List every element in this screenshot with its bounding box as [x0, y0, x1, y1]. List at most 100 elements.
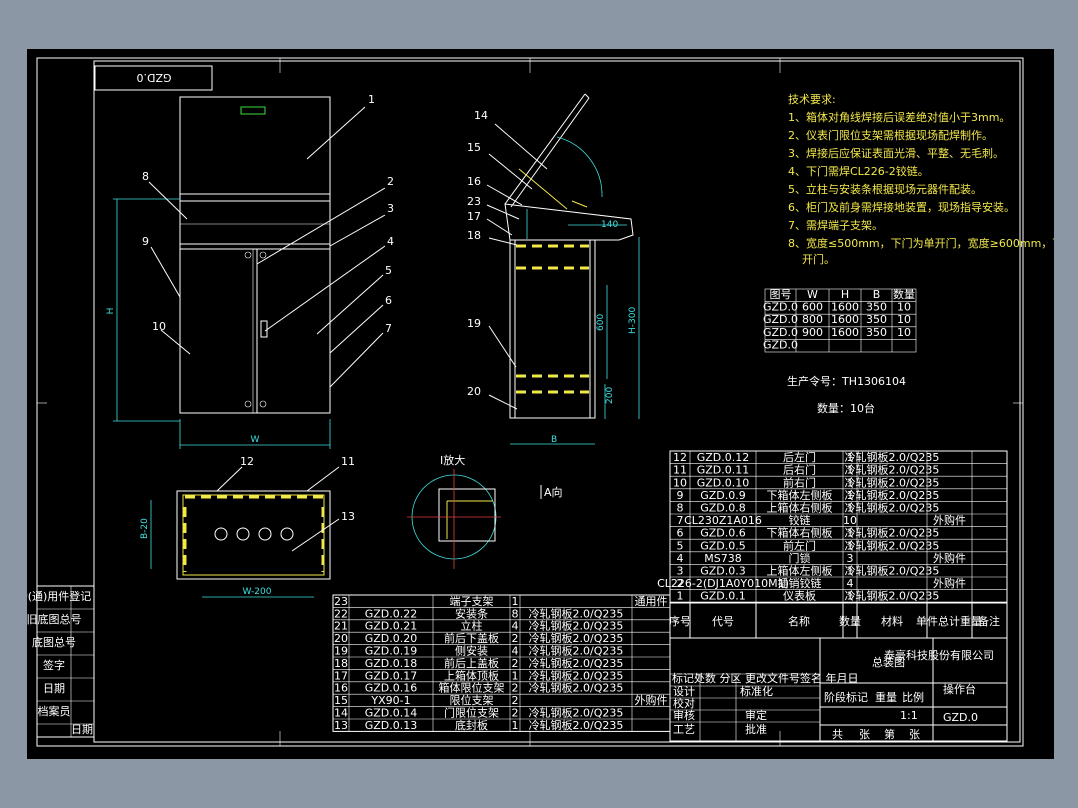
title-role: 批准 — [745, 722, 767, 736]
strip-label: 旧底图总号 — [27, 612, 82, 626]
bom-cell: CL230Z1A016 — [684, 514, 762, 527]
bom-cell: 冷轧钢板2.0/Q235 — [529, 631, 624, 645]
bom-row: 5 GZD.0.5 前左门 1冷轧钢板2.0/Q235 — [677, 538, 940, 552]
bom-row: 12 GZD.0.12 后左门 1冷轧钢板2.0/Q235 — [673, 450, 939, 464]
bom-cell: 2 — [512, 657, 519, 670]
tech-req-item: 7、需焊端子支架。 — [788, 218, 883, 232]
part-label: 9 — [142, 235, 149, 248]
bom-cell: 20 — [334, 632, 348, 645]
detail-title: I放大 — [440, 453, 465, 467]
bom-cell: 冷轧钢板2.0/Q235 — [845, 589, 940, 603]
part-label: 17 — [467, 210, 481, 223]
part-label: 11 — [341, 455, 355, 468]
size-table-cell: 10 — [897, 313, 911, 326]
bom-cell: 16 — [334, 682, 348, 695]
bom-row: 22 GZD.0.22 安装条 8 冷轧钢板2.0/Q235 — [334, 606, 623, 620]
bom-cell: 9 — [677, 489, 684, 502]
dim-top: B-20 — [140, 518, 150, 539]
title-cell: 张 — [859, 728, 870, 741]
part-label: 10 — [152, 320, 166, 333]
tech-req-item: 4、下门需焊CL226-2铰链。 — [788, 164, 929, 178]
part-label: 5 — [385, 264, 392, 277]
size-table-cell: GZD.0 — [763, 313, 798, 326]
bom-cell: 7 — [677, 514, 684, 527]
bom-cell: 17 — [334, 669, 348, 682]
tech-req-item: 8、宽度≤500mm，下门为单开门，宽度≥600mm，下门为双 — [788, 236, 1054, 250]
part-label: 6 — [385, 294, 392, 307]
dim-side: 600 — [596, 314, 606, 331]
bom-row: 8 GZD.0.8 上箱体右侧板 1冷轧钢板2.0/Q235 — [677, 501, 940, 515]
bom-cell: GZD.0.6 — [700, 527, 746, 540]
bom-cell: 前后上盖板 — [444, 656, 499, 670]
bom-row: 13 GZD.0.13 底封板 1 冷轧钢板2.0/Q235 — [334, 718, 623, 732]
bom-cell: GZD.0.22 — [365, 607, 418, 620]
bom-row: 18 GZD.0.18 前后上盖板 2 冷轧钢板2.0/Q235 — [334, 656, 623, 670]
bom-header-cell: 代号 — [712, 615, 734, 628]
size-table-cell: B — [873, 288, 881, 301]
title-cell: 共 — [832, 728, 843, 741]
bom-cell: 6 — [677, 527, 684, 540]
bom-cell: GZD.0.16 — [365, 682, 418, 695]
revision-header: 标记处数 分区 更改文件号签名 年月日 — [672, 671, 859, 685]
size-table-cell: W — [807, 288, 818, 301]
bom-row: 11 GZD.0.11 后右门 1冷轧钢板2.0/Q235 — [673, 463, 939, 477]
strip-label: 底图总号 — [32, 635, 76, 649]
tech-req-item: 开门。 — [802, 252, 835, 266]
part-label: 15 — [467, 141, 481, 154]
bom-cell: 冷轧钢板2.0/Q235 — [529, 681, 624, 695]
bom-cell: 2 — [512, 694, 519, 707]
tech-req-item: 6、柜门及前身需焊接地装置，现场指导安装。 — [788, 200, 1015, 214]
bom-row: 10 GZD.0.10 前右门 1冷轧钢板2.0/Q235 — [673, 475, 939, 489]
quantity: 数量：10台 — [817, 401, 875, 415]
view-a-label: A向 — [544, 485, 563, 499]
bom-cell: 22 — [334, 607, 348, 620]
size-table-cell: H — [841, 288, 849, 301]
part-label: 13 — [341, 510, 355, 523]
title-cell: 张 — [909, 728, 920, 741]
bom-cell: 冷轧钢板2.0/Q235 — [845, 538, 940, 552]
part-label: 23 — [467, 195, 481, 208]
bom-cell: 冷轧钢板2.0/Q235 — [845, 450, 940, 464]
size-table-cell: 1600 — [831, 313, 859, 326]
strip-label: 日期 — [71, 723, 93, 736]
bom-cell: GZD.0.18 — [365, 657, 418, 670]
bom-cell: 2 — [512, 632, 519, 645]
bom-row: 9 GZD.0.9 下箱体左侧板 1冷轧钢板2.0/Q235 — [677, 488, 940, 502]
bom-cell: 1 — [512, 719, 519, 732]
bom-cell: GZD.0.9 — [700, 489, 746, 502]
bom-cell: 前左门 — [783, 538, 816, 552]
bom-cell: MS738 — [704, 552, 741, 565]
tech-req-item: 5、立柱与安装条根据现场元器件配装。 — [788, 182, 982, 196]
bom-cell: 冷轧钢板2.0/Q235 — [529, 619, 624, 633]
bom-cell: 8 — [512, 607, 519, 620]
bom-cell: 下箱体左侧板 — [767, 488, 833, 502]
bom-cell: 14 — [334, 707, 348, 720]
bom-cell: 冷轧钢板2.0/Q235 — [529, 668, 624, 682]
dim-front-height: H — [106, 308, 116, 315]
bom-cell: GZD.0.11 — [697, 464, 750, 477]
size-table-cell: GZD.0 — [763, 326, 798, 339]
bom-cell: GZD.0.14 — [365, 707, 418, 720]
size-table-cell: GZD.0 — [763, 338, 798, 351]
part-label: 2 — [387, 175, 394, 188]
dim-side: 140 — [601, 220, 618, 230]
part-label: 19 — [467, 317, 481, 330]
bom-cell: 上箱体左侧板 — [767, 564, 833, 578]
part-label: 3 — [387, 202, 394, 215]
bom-cell: 18 — [334, 657, 348, 670]
bom-cell: 3 — [847, 552, 854, 565]
title-cell: 第 — [884, 727, 895, 741]
bom-cell: 21 — [334, 620, 348, 633]
dim-top: W-200 — [243, 587, 272, 597]
bom-cell: GZD.0.1 — [700, 590, 746, 603]
bom-row: 14 GZD.0.14 门限位支架 2 冷轧钢板2.0/Q235 — [334, 706, 623, 720]
part-label: 20 — [467, 385, 481, 398]
bom-cell: 冷轧钢板2.0/Q235 — [845, 463, 940, 477]
tech-req-item: 3、焊接后应保证表面光滑、平整、无毛刺。 — [788, 146, 1004, 160]
bom-cell: 冷轧钢板2.0/Q235 — [529, 656, 624, 670]
drawing-code-text: GZD.0 — [136, 71, 171, 84]
drawing-number: GZD.0 — [943, 711, 978, 724]
bom-cell: 前右门 — [783, 475, 816, 489]
size-table-cell: 900 — [802, 326, 823, 339]
title-cell: 重量 — [875, 690, 897, 704]
